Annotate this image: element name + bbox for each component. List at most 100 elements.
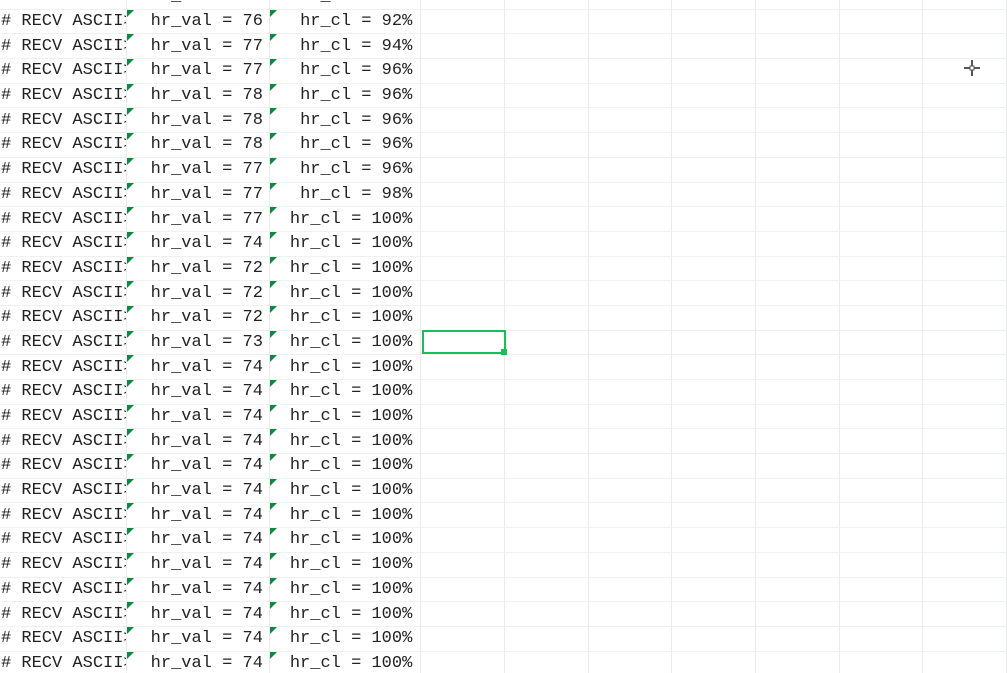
cell[interactable]	[923, 232, 1007, 257]
cell[interactable]	[421, 528, 505, 553]
cell[interactable]	[589, 158, 673, 183]
cell[interactable]: hr_val = 74	[127, 429, 269, 454]
cell[interactable]: # RECV ASCII>	[0, 257, 127, 282]
cell[interactable]	[756, 0, 840, 10]
cell[interactable]	[589, 34, 673, 59]
cell[interactable]	[589, 454, 673, 479]
cell[interactable]	[421, 281, 505, 306]
cell[interactable]	[840, 306, 924, 331]
cell[interactable]	[672, 10, 756, 35]
cell[interactable]	[756, 108, 840, 133]
cell[interactable]: # RECV ASCII>	[0, 133, 127, 158]
cell[interactable]	[923, 0, 1007, 10]
cell[interactable]	[421, 355, 505, 380]
cell[interactable]: hr_cl = 96%	[270, 133, 421, 158]
cell[interactable]: hr_val = 74	[127, 627, 269, 652]
cell[interactable]	[421, 405, 505, 430]
cell[interactable]	[589, 553, 673, 578]
cell[interactable]	[421, 503, 505, 528]
cell[interactable]	[756, 331, 840, 356]
cell[interactable]	[923, 133, 1007, 158]
cell[interactable]: hr_val = 77	[127, 59, 269, 84]
cell[interactable]	[840, 108, 924, 133]
cell[interactable]	[421, 553, 505, 578]
cell[interactable]: hr_cl = 100%	[270, 454, 421, 479]
cell[interactable]	[505, 602, 589, 627]
cell[interactable]: hr_cl = 100%	[270, 553, 421, 578]
cell[interactable]	[505, 133, 589, 158]
cell[interactable]: hr_val = 74	[127, 454, 269, 479]
cell[interactable]	[840, 479, 924, 504]
cell[interactable]	[505, 59, 589, 84]
cell[interactable]: # RECV ASCII>	[0, 503, 127, 528]
cell[interactable]: hr_cl = 98%	[270, 183, 421, 208]
cell[interactable]	[840, 133, 924, 158]
cell[interactable]	[756, 257, 840, 282]
cell[interactable]: hr_val = 72	[127, 306, 269, 331]
cell[interactable]: # RECV ASCII>	[0, 0, 127, 10]
cell[interactable]	[840, 405, 924, 430]
cell[interactable]	[505, 429, 589, 454]
cell[interactable]	[672, 108, 756, 133]
cell[interactable]	[505, 108, 589, 133]
cell[interactable]: # RECV ASCII>	[0, 429, 127, 454]
cell[interactable]	[672, 257, 756, 282]
cell[interactable]	[589, 59, 673, 84]
cell[interactable]	[505, 84, 589, 109]
cell[interactable]	[421, 34, 505, 59]
cell[interactable]	[589, 10, 673, 35]
cell[interactable]	[672, 627, 756, 652]
cell[interactable]: hr_cl = 90%	[270, 0, 421, 10]
cell[interactable]	[589, 232, 673, 257]
cell[interactable]: hr_cl = 100%	[270, 257, 421, 282]
cell[interactable]	[672, 479, 756, 504]
cell[interactable]	[589, 331, 673, 356]
cell[interactable]	[421, 627, 505, 652]
cell[interactable]	[840, 454, 924, 479]
cell[interactable]	[923, 10, 1007, 35]
cell[interactable]	[756, 183, 840, 208]
cell[interactable]	[756, 454, 840, 479]
cell[interactable]	[589, 602, 673, 627]
cell[interactable]	[923, 503, 1007, 528]
cell[interactable]: hr_val = 77	[127, 158, 269, 183]
cell[interactable]	[505, 281, 589, 306]
cell[interactable]: hr_val = 77	[127, 34, 269, 59]
cell[interactable]: hr_cl = 100%	[270, 306, 421, 331]
cell[interactable]: # RECV ASCII>	[0, 528, 127, 553]
cell[interactable]: # RECV ASCII>	[0, 405, 127, 430]
cell[interactable]	[756, 133, 840, 158]
cell[interactable]	[672, 578, 756, 603]
cell[interactable]	[756, 306, 840, 331]
cell[interactable]: hr_val = 74	[127, 355, 269, 380]
cell[interactable]	[589, 0, 673, 10]
cell[interactable]	[756, 627, 840, 652]
cell[interactable]: # RECV ASCII>	[0, 84, 127, 109]
cell[interactable]: hr_cl = 100%	[270, 429, 421, 454]
cell[interactable]	[756, 429, 840, 454]
cell[interactable]	[421, 331, 505, 356]
cell[interactable]: hr_val = 74	[127, 578, 269, 603]
cell[interactable]	[672, 84, 756, 109]
cell[interactable]: hr_val = 74	[127, 528, 269, 553]
cell[interactable]	[840, 652, 924, 673]
cell[interactable]	[421, 84, 505, 109]
cell[interactable]: hr_cl = 100%	[270, 355, 421, 380]
cell[interactable]	[840, 207, 924, 232]
cell[interactable]	[756, 405, 840, 430]
cell[interactable]	[840, 183, 924, 208]
cell[interactable]	[589, 479, 673, 504]
cell[interactable]	[421, 158, 505, 183]
cell[interactable]: # RECV ASCII>	[0, 479, 127, 504]
cell[interactable]	[505, 652, 589, 673]
cell[interactable]	[756, 553, 840, 578]
cell[interactable]: # RECV ASCII>	[0, 553, 127, 578]
cell[interactable]	[923, 158, 1007, 183]
cell[interactable]	[672, 405, 756, 430]
cell[interactable]	[421, 59, 505, 84]
cell[interactable]: # RECV ASCII>	[0, 183, 127, 208]
cell[interactable]	[589, 207, 673, 232]
cell[interactable]	[505, 183, 589, 208]
cell[interactable]: # RECV ASCII>	[0, 281, 127, 306]
cell[interactable]: # RECV ASCII>	[0, 454, 127, 479]
